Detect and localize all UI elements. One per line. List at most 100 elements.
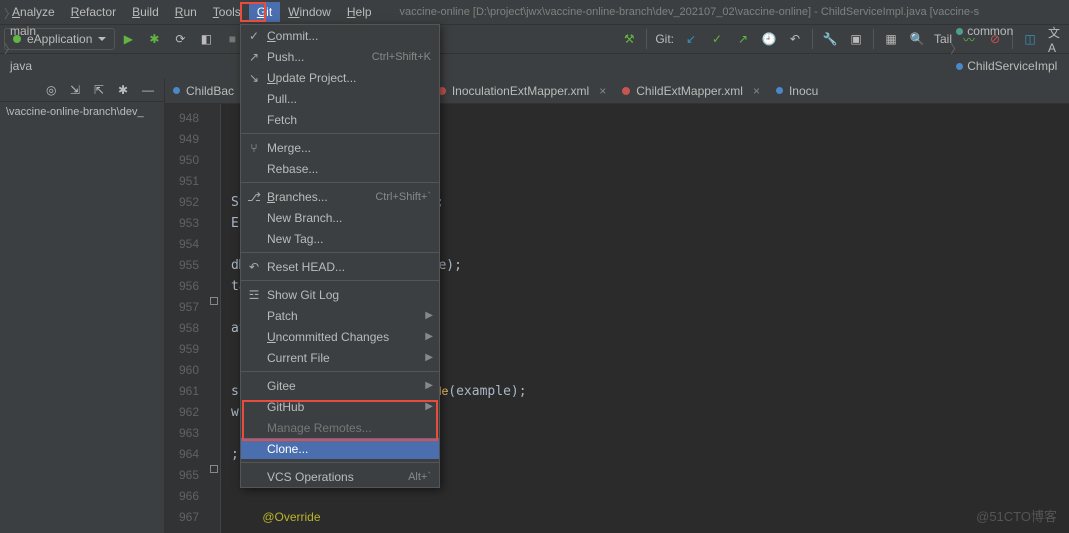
line-number[interactable]: 966 (165, 486, 199, 507)
menu-item-vcs-operations[interactable]: VCS OperationsAlt+` (241, 466, 439, 487)
menu-item-clone[interactable]: Clone... (241, 438, 439, 459)
menu-item-new-tag[interactable]: New Tag... (241, 228, 439, 249)
menu-item-branches[interactable]: ⎇Branches...Ctrl+Shift+` (241, 186, 439, 207)
project-tree[interactable]: ◎ ⇲ ⇱ ✱ — \vaccine-online-branch\dev_ (0, 78, 165, 533)
menu-item-label: Branches... (263, 190, 375, 204)
hide-icon[interactable]: — (142, 83, 156, 97)
stop-icon[interactable]: ■ (224, 31, 240, 47)
debug-icon[interactable]: ✱ (146, 31, 162, 47)
menu-item-github[interactable]: GitHub▶ (241, 396, 439, 417)
fold-marker[interactable] (210, 465, 218, 473)
breadcrumb-bar: src〉main〉java〉com〉cybermax common〉ChildS… (0, 54, 1069, 78)
menu-item-pull[interactable]: Pull... (241, 88, 439, 109)
git-push-icon[interactable]: ↗ (735, 31, 751, 47)
line-number[interactable]: 959 (165, 339, 199, 360)
line-number[interactable]: 953 (165, 213, 199, 234)
fold-marker[interactable] (210, 297, 218, 305)
line-number[interactable]: 950 (165, 150, 199, 171)
close-icon[interactable]: × (599, 84, 606, 98)
menu-build[interactable]: Build (124, 2, 167, 22)
main-toolbar: eApplication ▶ ✱ ⟳ ◧ ■ ⚒ Git: ↙ ✓ ↗ 🕘 ↶ … (0, 24, 1069, 54)
line-number[interactable]: 956 (165, 276, 199, 297)
menu-item-label: VCS Operations (263, 470, 408, 484)
menu-item-update-project[interactable]: ↘Update Project... (241, 67, 439, 88)
wrench-icon[interactable]: 🔧 (822, 31, 838, 47)
editor-tab[interactable]: InoculationExtMapper.xml× (430, 78, 614, 103)
git-update-icon[interactable]: ↙ (683, 31, 699, 47)
line-number[interactable]: 965 (165, 465, 199, 486)
close-icon[interactable]: × (753, 84, 760, 98)
menu-item-label: Current File (263, 351, 431, 365)
target-icon[interactable]: ◎ (46, 83, 60, 97)
line-number[interactable]: 962 (165, 402, 199, 423)
menu-refactor[interactable]: Refactor (63, 2, 124, 22)
line-number[interactable]: 955 (165, 255, 199, 276)
menu-item-current-file[interactable]: Current File▶ (241, 347, 439, 368)
breadcrumb-segment[interactable]: ChildServiceImpl (950, 57, 1065, 75)
tab-label: ChildBac (186, 84, 234, 98)
menu-item-fetch[interactable]: Fetch (241, 109, 439, 130)
menu-item-label: Update Project... (263, 71, 431, 85)
menu-item-merge[interactable]: ⑂Merge... (241, 137, 439, 158)
gear-icon[interactable]: ✱ (118, 83, 132, 97)
menu-item-push[interactable]: ↗Push...Ctrl+Shift+K (241, 46, 439, 67)
menu-item-uncommitted-changes[interactable]: Uncommitted Changes▶ (241, 326, 439, 347)
line-number[interactable]: 948 (165, 108, 199, 129)
line-number[interactable]: 949 (165, 129, 199, 150)
breadcrumb-segment[interactable]: java (4, 57, 68, 75)
menu-item-gitee[interactable]: Gitee▶ (241, 375, 439, 396)
menu-item-label: GitHub (263, 400, 431, 414)
submenu-arrow-icon: ▶ (425, 380, 433, 391)
fold-gutter[interactable] (207, 104, 221, 533)
file-icon (776, 87, 783, 94)
menu-item-label: Push... (263, 50, 372, 64)
line-number[interactable]: 961 (165, 381, 199, 402)
line-number[interactable]: 964 (165, 444, 199, 465)
profile-icon[interactable]: ◧ (198, 31, 214, 47)
menu-help[interactable]: Help (339, 2, 380, 22)
shortcut: Alt+` (408, 471, 431, 483)
breadcrumb-segment[interactable]: main (4, 22, 68, 40)
git-commit-icon[interactable]: ✓ (709, 31, 725, 47)
line-number[interactable]: 963 (165, 423, 199, 444)
menu-item-icon: ⑂ (245, 141, 263, 155)
menu-run[interactable]: Run (167, 2, 205, 22)
run-anything-icon[interactable]: ▣ (848, 31, 864, 47)
menu-item-patch[interactable]: Patch▶ (241, 305, 439, 326)
collapse-icon[interactable]: ⇱ (94, 83, 108, 97)
menu-item-commit[interactable]: ✓Commit... (241, 25, 439, 46)
line-number[interactable]: 960 (165, 360, 199, 381)
breadcrumb-segment[interactable]: src (4, 0, 68, 5)
menu-window[interactable]: Window (280, 2, 339, 22)
line-number[interactable]: 951 (165, 171, 199, 192)
git-rollback-icon[interactable]: ↶ (787, 31, 803, 47)
image-icon[interactable]: ▦ (883, 31, 899, 47)
line-number[interactable]: 957 (165, 297, 199, 318)
line-number[interactable]: 954 (165, 234, 199, 255)
project-path[interactable]: \vaccine-online-branch\dev_ (0, 102, 164, 122)
menu-item-rebase[interactable]: Rebase... (241, 158, 439, 179)
search-icon[interactable]: 🔍 (909, 31, 925, 47)
breadcrumb-segment[interactable]: common (950, 22, 1065, 40)
editor-tab[interactable]: Inocu (768, 78, 826, 103)
editor-tab[interactable]: ChildExtMapper.xml× (614, 78, 768, 103)
line-number[interactable]: 958 (165, 318, 199, 339)
expand-icon[interactable]: ⇲ (70, 83, 84, 97)
run-icon[interactable]: ▶ (120, 31, 136, 47)
line-number[interactable]: 952 (165, 192, 199, 213)
git-history-icon[interactable]: 🕘 (761, 31, 777, 47)
editor-tab[interactable]: ChildBac (165, 78, 243, 103)
menu-item-label: New Branch... (263, 211, 431, 225)
menu-item-label: Patch (263, 309, 431, 323)
tab-label: Inocu (789, 84, 818, 98)
menu-item-show-git-log[interactable]: ☲Show Git Log (241, 284, 439, 305)
build-icon[interactable]: ⚒ (621, 31, 637, 47)
coverage-icon[interactable]: ⟳ (172, 31, 188, 47)
menu-tools[interactable]: Tools (205, 2, 249, 22)
menu-item-new-branch[interactable]: New Branch... (241, 207, 439, 228)
chevron-down-icon (98, 37, 106, 41)
menu-git[interactable]: Git (249, 2, 280, 22)
line-number[interactable]: 967 (165, 507, 199, 528)
gutter[interactable]: 9489499509519529539549559569579589599609… (165, 104, 207, 533)
menu-item-reset-head[interactable]: ↶Reset HEAD... (241, 256, 439, 277)
